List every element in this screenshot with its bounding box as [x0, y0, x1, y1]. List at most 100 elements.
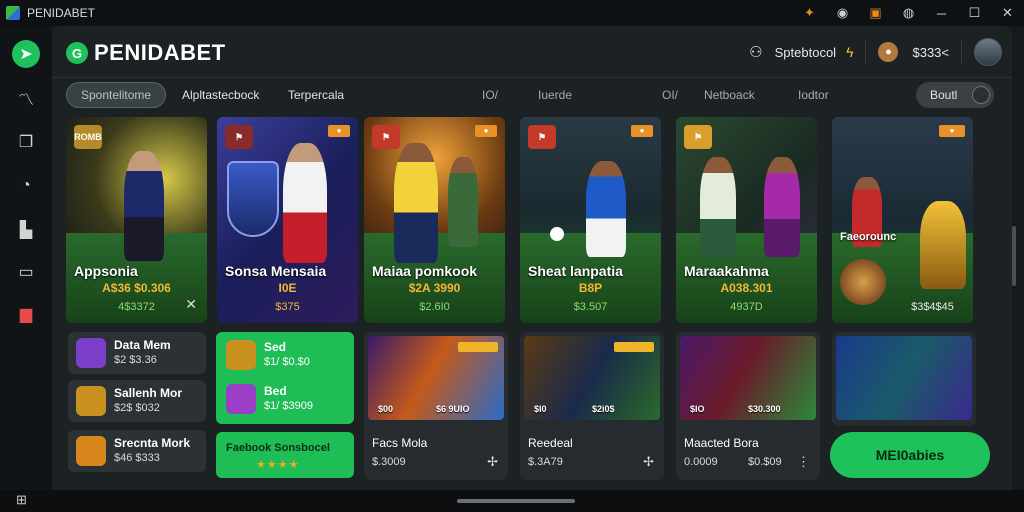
close-icon[interactable]: ✕ [185, 296, 197, 313]
card-badge: ⚑ [528, 125, 556, 149]
left-rail: ➤ 〽 ❐ ◔ ▙ ▭ ▆ [0, 26, 52, 512]
tab-spontelitome[interactable]: Spontelitome [66, 82, 167, 108]
game-card[interactable]: ⚑ Maraakahma A038.301 4937D [676, 117, 817, 323]
window-title: PENIDABET [27, 6, 96, 20]
tab-netboack[interactable]: Netboack [704, 82, 755, 108]
cast-icon[interactable]: ▣ [859, 5, 892, 21]
promo-panel[interactable]: Sed $1/ $0.$0 Bed $1/ $3909 [216, 332, 354, 424]
brand[interactable]: G PENIDABET [66, 40, 226, 66]
card-tag: ● [939, 125, 965, 137]
tab-terpercala[interactable]: Terpercala [288, 82, 344, 108]
promo-footer-title: Faebook Sonsbocel [226, 442, 330, 454]
card-sub: 4937D [730, 301, 763, 313]
card-badge: ⚑ [684, 125, 712, 149]
list-item-value: $2 $3.36 [114, 354, 157, 366]
home-handle[interactable] [457, 499, 575, 503]
promo-row[interactable]: Bed $1/ $3909 [226, 380, 344, 418]
tab-alpltastecbock[interactable]: Alpltastecbock [182, 82, 259, 108]
game-card[interactable]: ⚑ ● Sheat lanpatia B8P $3.507 [520, 117, 661, 323]
extension-icon[interactable]: ✦ [793, 5, 826, 21]
card-badge: ROMB [74, 125, 102, 149]
expand-icon[interactable]: ✢ [487, 454, 498, 470]
rail-home-icon[interactable]: ➤ [12, 40, 40, 68]
player-figure [764, 157, 800, 257]
rail-folder-icon[interactable]: ▭ [12, 258, 40, 286]
promo-row-value: $1/ $3909 [264, 400, 313, 412]
close-button[interactable]: ✕ [991, 5, 1024, 21]
globe-icon[interactable]: ◍ [892, 5, 925, 21]
card-odds: I0E [278, 281, 297, 295]
card-odds: A038.301 [720, 281, 773, 295]
rating-stars: ★★★★ [256, 459, 300, 471]
rail-copy-icon[interactable]: ❐ [12, 128, 40, 156]
header-divider [865, 41, 867, 63]
game-card[interactable]: ● Faeorounc $3$4$45 [832, 117, 973, 323]
card-odds: A$36 $0.306 [102, 281, 171, 295]
player-figure [394, 143, 438, 263]
tile-ribbon [614, 342, 654, 352]
user-activity-icon[interactable]: ⚇ [749, 43, 762, 61]
rail-bookmark-icon[interactable]: ▙ [12, 216, 40, 244]
avatar[interactable] [974, 38, 1002, 66]
player-figure [448, 157, 478, 247]
toggle-knob [972, 86, 990, 104]
tab-iuerde[interactable]: Iuerde [538, 82, 572, 108]
player-figure [700, 157, 736, 257]
tile-name: Maacted Bora [684, 436, 759, 450]
ball-icon [550, 227, 564, 241]
more-icon[interactable]: ⋮ [797, 454, 810, 470]
header-actions: ⚇ Sptebtocol ϟ ● $333< [749, 36, 1002, 68]
tile-meta: $IO [690, 404, 705, 414]
game-tile[interactable] [832, 332, 976, 426]
tile-meta: $2i0$ [592, 404, 615, 414]
game-tile[interactable]: $00 $6 9UIO Facs Mola $.3009 ✢ [364, 332, 508, 480]
app-window: G PENIDABET ⚇ Sptebtocol ϟ ● $333< Spont… [52, 26, 1012, 490]
tab-oi[interactable]: OI/ [662, 82, 678, 108]
game-tile[interactable]: $IO $30.300 Maacted Bora 0.0009 $0.$09 ⋮ [676, 332, 820, 480]
badge-icon [76, 386, 106, 416]
expand-icon[interactable]: ✢ [643, 454, 654, 470]
record-icon[interactable]: ◉ [826, 5, 859, 21]
bolt-icon[interactable]: ϟ [846, 44, 853, 60]
promo-row-name: Sed [264, 340, 287, 354]
coin-icon: ● [878, 42, 899, 62]
medal-icon [840, 259, 886, 305]
list-item-value: $46 $333 [114, 452, 160, 464]
game-card[interactable]: ⚑ ● Maiaa pomkook $2A 3990 $2.6I0 [364, 117, 505, 323]
tab-io[interactable]: IO/ [482, 82, 498, 108]
toggle-label: Boutl [930, 88, 958, 102]
game-card[interactable]: ROMB Appsonia A$36 $0.306 4$3372 ✕ [66, 117, 207, 323]
tile-value: $.3009 [372, 456, 406, 468]
sportsbook-link[interactable]: Sptebtocol [775, 45, 836, 60]
minimize-button[interactable]: ─ [925, 6, 958, 21]
view-toggle[interactable]: Boutl [916, 82, 994, 108]
rail-gift-icon[interactable]: ▆ [12, 300, 40, 328]
list-item[interactable]: Sallenh Mor $2$ $032 [68, 380, 206, 422]
tab-iodtor[interactable]: Iodtor [798, 82, 829, 108]
cta-button[interactable]: MEI0abies [830, 432, 990, 478]
card-tag: ● [328, 125, 350, 137]
tile-meta: $I0 [534, 404, 547, 414]
app-logo-icon [6, 6, 20, 20]
rail-stats-icon[interactable]: 〽 [12, 84, 40, 112]
list-item[interactable]: Srecnta Mork $46 $333 [68, 430, 206, 472]
list-item[interactable]: Data Mem $2 $3.36 [68, 332, 206, 374]
scrollbar[interactable] [1012, 226, 1016, 286]
card-title: Sheat lanpatia [528, 263, 623, 279]
balance[interactable]: $333< [912, 45, 949, 60]
tile-name: Facs Mola [372, 436, 428, 450]
gem-icon [226, 384, 256, 414]
layout-icon[interactable]: ⊞ [16, 492, 27, 508]
promo-footer[interactable]: Faebook Sonsbocel ★★★★ [216, 432, 354, 478]
maximize-button[interactable]: ☐ [958, 5, 991, 21]
promo-row[interactable]: Sed $1/ $0.$0 [226, 336, 344, 374]
header-divider-2 [961, 41, 962, 63]
player-figure [124, 151, 164, 261]
card-title: Maiaa pomkook [372, 263, 478, 279]
rail-tennis-icon[interactable]: ◔ [12, 172, 40, 200]
game-tile[interactable]: $I0 $2i0$ Reedeal $.3A79 ✢ [520, 332, 664, 480]
trophy-icon [920, 201, 966, 289]
card-sub: $375 [275, 301, 300, 313]
titlebar-icons: ✦ ◉ ▣ ◍ ─ ☐ ✕ [793, 0, 1024, 26]
game-card[interactable]: ⚑ ● Sonsa Mensaia I0E $375 [217, 117, 358, 323]
